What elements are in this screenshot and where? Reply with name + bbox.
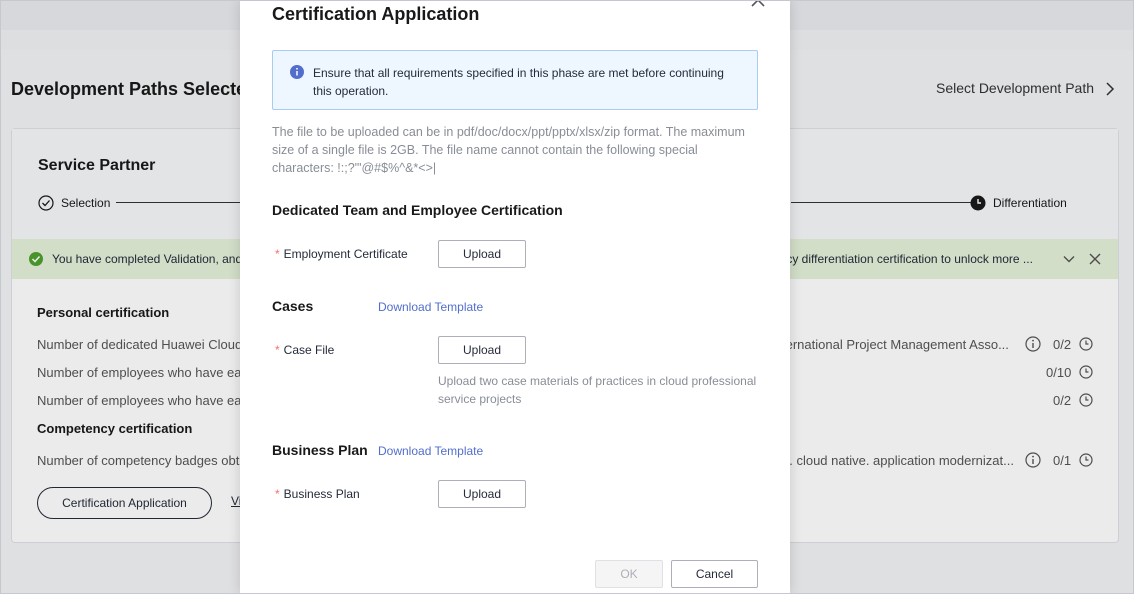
- download-template-link[interactable]: Download Template: [378, 300, 483, 314]
- info-notice: Ensure that all requirements specified i…: [272, 50, 758, 110]
- download-template-link[interactable]: Download Template: [378, 444, 483, 458]
- certification-application-dialog: Certification Application Ensure that al…: [240, 0, 790, 594]
- field-label-text: Case File: [283, 343, 335, 357]
- dialog-title: Certification Application: [272, 4, 480, 24]
- case-file-label: * Case File: [275, 343, 334, 357]
- employment-certificate-label: * Employment Certificate: [275, 247, 408, 261]
- cancel-button[interactable]: Cancel: [671, 560, 758, 588]
- required-mark: *: [275, 343, 280, 357]
- section-title-business-plan: Business Plan: [272, 442, 368, 458]
- case-file-hint: Upload two case materials of practices i…: [438, 374, 757, 406]
- upload-business-plan-button[interactable]: Upload: [438, 480, 526, 508]
- ok-button[interactable]: OK: [595, 560, 663, 588]
- business-plan-label: * Business Plan: [275, 487, 360, 501]
- required-mark: *: [275, 487, 280, 501]
- section-title-cases: Cases: [272, 298, 314, 314]
- field-label-text: Business Plan: [283, 487, 360, 501]
- close-icon[interactable]: [750, 0, 766, 8]
- info-icon: [290, 65, 304, 79]
- required-mark: *: [275, 247, 280, 261]
- section-title-team: Dedicated Team and Employee Certificatio…: [272, 202, 563, 218]
- upload-employment-certificate-button[interactable]: Upload: [438, 240, 526, 268]
- upload-case-file-button[interactable]: Upload: [438, 336, 526, 364]
- notice-text: Ensure that all requirements specified i…: [313, 66, 724, 98]
- field-label-text: Employment Certificate: [283, 247, 408, 261]
- file-format-note: The file to be uploaded can be in pdf/do…: [272, 125, 745, 175]
